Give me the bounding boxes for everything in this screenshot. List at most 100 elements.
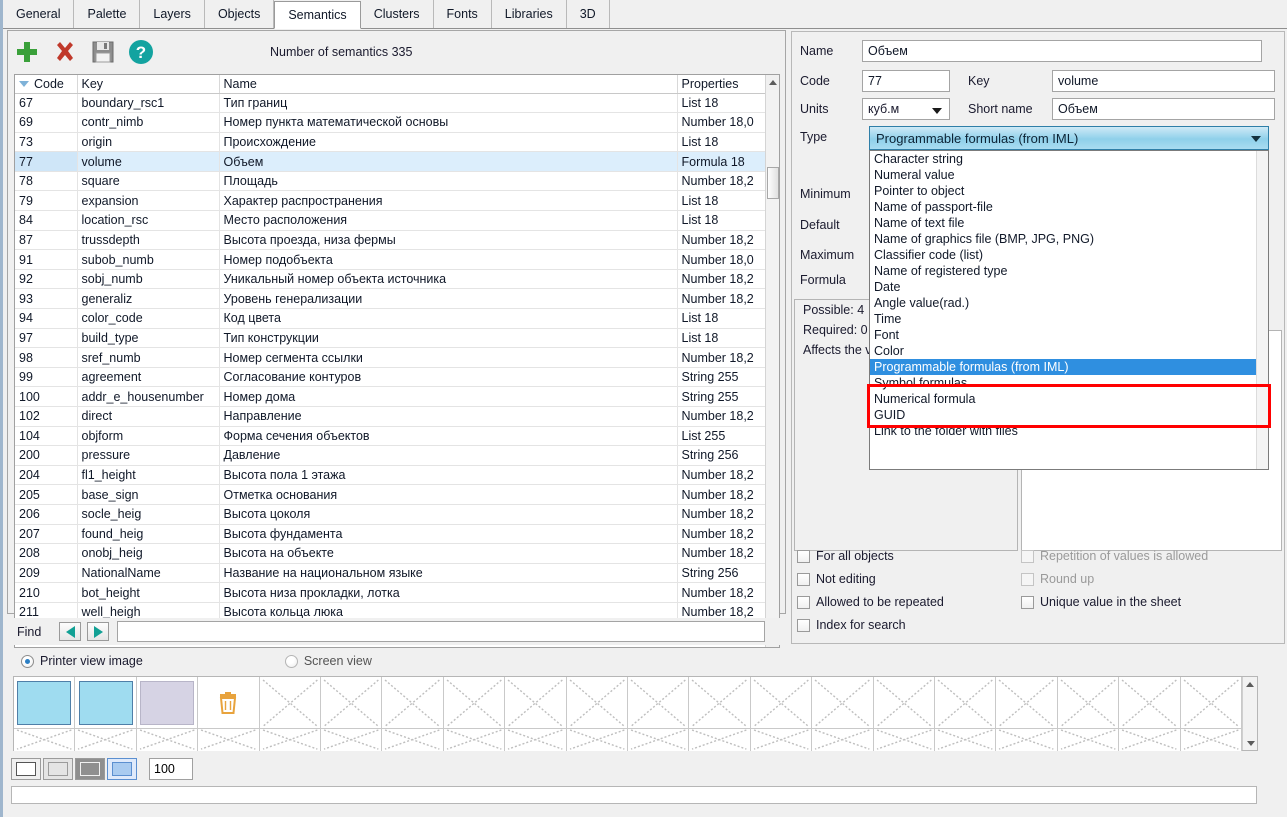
short-name-input[interactable] — [1052, 98, 1275, 120]
code-input[interactable] — [862, 70, 950, 92]
column-header-name[interactable]: Name — [219, 75, 678, 94]
color-button-dark-gray[interactable] — [75, 758, 105, 780]
palette-cell-empty[interactable] — [505, 677, 567, 729]
checkbox-for-all-objects[interactable]: For all objects — [797, 549, 894, 563]
units-select[interactable]: куб.м — [862, 98, 950, 120]
palette-cell-empty[interactable] — [935, 677, 997, 729]
name-input[interactable] — [862, 40, 1262, 62]
palette-cell-empty[interactable] — [14, 729, 76, 751]
dropdown-option[interactable]: Name of registered type — [870, 263, 1268, 279]
delete-semantic-button[interactable] — [46, 33, 84, 71]
dropdown-option[interactable]: Link to the folder with files — [870, 423, 1268, 439]
tab-layers[interactable]: Layers — [140, 0, 205, 28]
table-row[interactable]: 67 boundary_rsc1 Тип границ List 18 — [15, 93, 768, 114]
palette-cell-empty[interactable] — [443, 677, 506, 729]
column-header-code[interactable]: Code — [15, 75, 78, 94]
dropdown-option[interactable]: Numerical formula — [870, 391, 1268, 407]
table-row[interactable]: 69 contr_nimb Номер пункта математической … — [15, 112, 768, 133]
table-vertical-scrollbar[interactable] — [765, 75, 779, 647]
palette-cell-empty[interactable] — [382, 729, 444, 751]
palette-cell-empty[interactable] — [1119, 677, 1181, 729]
checkbox-index-for-search[interactable]: Index for search — [797, 618, 906, 632]
dropdown-option[interactable]: Name of graphics file (BMP, JPG, PNG) — [870, 231, 1268, 247]
dropdown-option[interactable]: Font — [870, 327, 1268, 343]
table-row[interactable]: 94 color_code Код цвета List 18 — [15, 308, 768, 329]
table-row[interactable]: 99 agreement Согласование контуров String 2… — [15, 367, 768, 388]
palette-cell-empty[interactable] — [505, 729, 567, 751]
find-input[interactable] — [117, 621, 766, 642]
palette-cell-empty[interactable] — [259, 677, 321, 729]
dropdown-option[interactable]: Name of text file — [870, 215, 1268, 231]
palette-cell-empty[interactable] — [996, 729, 1058, 751]
table-row[interactable]: 84 location_rsc Место расположения List 18 — [15, 210, 768, 231]
table-row[interactable]: 102 direct Направление Number 18,2 — [15, 406, 768, 427]
palette-cell-empty[interactable] — [689, 677, 751, 729]
tab-3d[interactable]: 3D — [566, 0, 610, 28]
type-select-dropdown[interactable]: Character string Numeral value Pointer to … — [869, 150, 1269, 470]
palette-cell-empty[interactable] — [1180, 729, 1242, 751]
scrollbar-thumb[interactable] — [767, 167, 779, 199]
checkbox-allowed-to-be-repeated[interactable]: Allowed to be repeated — [797, 595, 944, 609]
palette-cell-empty[interactable] — [689, 729, 751, 751]
table-row[interactable]: 98 sref_numb Номер сегмента ссылки Number 1… — [15, 347, 768, 368]
tab-clusters[interactable]: Clusters — [360, 0, 434, 28]
dropdown-scrollbar[interactable] — [1256, 151, 1268, 469]
palette-cell-empty[interactable] — [259, 729, 321, 751]
table-row[interactable]: 79 expansion Характер распространения List … — [15, 190, 768, 212]
color-button-blue-selected[interactable] — [107, 758, 137, 780]
palette-cell-empty[interactable] — [1057, 677, 1120, 729]
column-header-properties[interactable]: Properties — [677, 75, 768, 94]
color-button-light-gray[interactable] — [43, 758, 73, 780]
table-row[interactable]: 207 found_heig Высота фундамента Number 18,… — [15, 524, 768, 545]
color-button-white[interactable] — [11, 758, 41, 780]
key-input[interactable] — [1052, 70, 1275, 92]
radio-screen-view[interactable]: Screen view — [271, 654, 372, 668]
palette-cell-empty[interactable] — [443, 729, 506, 751]
checkbox-unique-value-in-the-sheet[interactable]: Unique value in the sheet — [1021, 595, 1181, 609]
table-row[interactable]: 93 generaliz Уровень генерализации Number 1… — [15, 288, 768, 310]
find-next-button[interactable] — [87, 622, 110, 641]
palette-cell-empty[interactable] — [750, 677, 813, 729]
palette-swatch-blue[interactable] — [75, 677, 137, 729]
table-row[interactable]: 73 origin Происхождение List 18 — [15, 132, 768, 153]
tab-objects[interactable]: Objects — [204, 0, 275, 28]
palette-cell-empty[interactable] — [996, 677, 1058, 729]
dropdown-option[interactable]: Character string — [870, 151, 1268, 167]
palette-swatch-lavender[interactable] — [136, 677, 199, 729]
palette-cell-empty[interactable] — [812, 677, 874, 729]
column-header-key[interactable]: Key — [77, 75, 220, 94]
dropdown-option[interactable]: Pointer to object — [870, 183, 1268, 199]
dropdown-option[interactable]: Time — [870, 311, 1268, 327]
add-semantic-button[interactable] — [8, 33, 46, 71]
palette-cell-empty[interactable] — [136, 729, 199, 751]
scroll-up-arrow-icon[interactable] — [766, 75, 779, 90]
dropdown-option[interactable]: Classifier code (list) — [870, 247, 1268, 263]
table-row[interactable]: 206 socle_heig Высота цоколя Number 18,2 — [15, 504, 768, 525]
table-row[interactable]: 78 square Площадь Number 18,2 — [15, 171, 768, 192]
palette-cell-empty[interactable] — [566, 729, 628, 751]
table-row[interactable]: 91 subob_numb Номер подобъекта Number 18,0 — [15, 249, 768, 270]
palette-cell-empty[interactable] — [1057, 729, 1120, 751]
palette-cell-empty[interactable] — [873, 677, 935, 729]
dropdown-option[interactable]: Angle value(rad.) — [870, 295, 1268, 311]
tab-fonts[interactable]: Fonts — [433, 0, 492, 28]
palette-scroll-down-icon[interactable] — [1243, 736, 1258, 750]
table-row[interactable]: 100 addr_e_housenumber Номер дома String 25… — [15, 386, 768, 407]
dropdown-option[interactable]: Color — [870, 343, 1268, 359]
table-row[interactable]: 209 NationalName Название на национальном … — [15, 563, 768, 584]
checkbox-not-editing[interactable]: Not editing — [797, 572, 876, 586]
tab-libraries[interactable]: Libraries — [491, 0, 567, 28]
dropdown-option[interactable]: Programmable formulas (from IML) — [870, 359, 1268, 375]
table-row[interactable]: 204 fl1_height Высота пола 1 этажа Number 1… — [15, 465, 768, 486]
palette-cell-empty[interactable] — [628, 677, 690, 729]
palette-cell-empty[interactable] — [382, 677, 444, 729]
dropdown-option[interactable]: Numeral value — [870, 167, 1268, 183]
palette-cell-empty[interactable] — [812, 729, 874, 751]
table-row[interactable]: 205 base_sign Отметка основания Number 18,2 — [15, 484, 768, 505]
palette-scrollbar[interactable] — [1242, 677, 1257, 750]
table-row[interactable]: 208 onobj_heig Высота на объекте Number 18,… — [15, 543, 768, 564]
radio-printer-view[interactable]: Printer view image — [7, 654, 143, 668]
palette-cell-empty[interactable] — [935, 729, 997, 751]
tab-palette[interactable]: Palette — [74, 0, 141, 28]
tab-semantics[interactable]: Semantics — [274, 1, 361, 29]
